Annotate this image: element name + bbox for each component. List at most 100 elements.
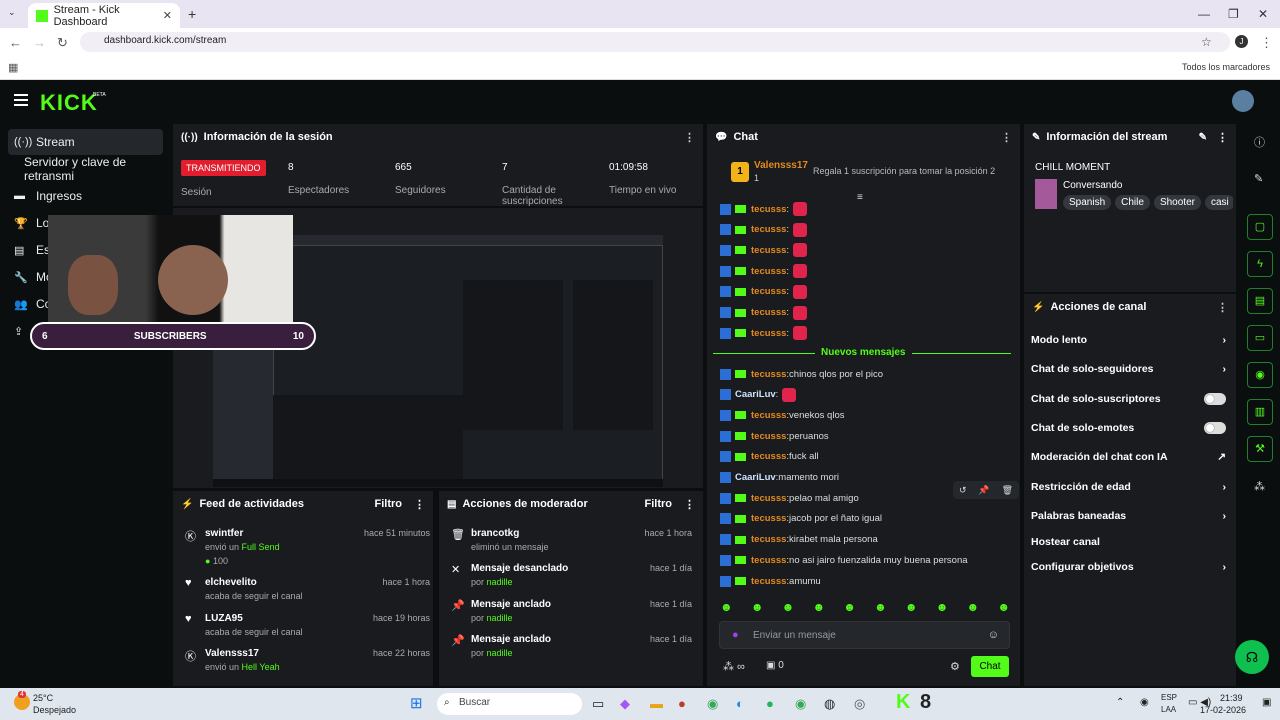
- chat-username[interactable]: CaariLuv: [735, 472, 776, 483]
- tab-close-icon[interactable]: ✕: [163, 9, 172, 22]
- chat-username[interactable]: tecusss: [751, 410, 786, 421]
- windows-start-icon[interactable]: ⊞: [410, 694, 428, 712]
- forward-icon[interactable]: →: [33, 35, 46, 50]
- app-icon[interactable]: 8: [920, 691, 931, 714]
- subs-only-toggle[interactable]: [1204, 393, 1226, 405]
- gift-prompt[interactable]: Regala 1 suscripción para tomar la posic…: [813, 166, 995, 176]
- edit-stream-icon[interactable]: ✎: [1199, 132, 1207, 143]
- send-chat-button[interactable]: Chat: [971, 656, 1009, 677]
- clip-icon[interactable]: ▢: [1247, 214, 1273, 240]
- channel-actions-menu-icon[interactable]: ⋮: [1217, 301, 1228, 314]
- emote-icon[interactable]: ☻: [720, 600, 733, 616]
- emotes-only-toggle[interactable]: [1204, 422, 1226, 434]
- task-view-icon[interactable]: ▭: [592, 696, 604, 712]
- action-ai-moderation[interactable]: Moderación del chat con IA ↗: [1031, 451, 1226, 463]
- users-infinity-icon[interactable]: ⁂ ∞: [723, 660, 745, 673]
- chat-username[interactable]: tecusss: [751, 266, 786, 277]
- stream-info-menu-icon[interactable]: ⋮: [1217, 131, 1228, 144]
- chat-username[interactable]: tecusss: [751, 534, 786, 545]
- pinned-toggle-icon[interactable]: ≡: [857, 192, 863, 203]
- chat-icon[interactable]: ▭: [1247, 325, 1273, 351]
- chat-username[interactable]: tecusss: [751, 493, 786, 504]
- tab-search-icon[interactable]: ⌄: [8, 7, 16, 18]
- chat-message[interactable]: CaariLuv: mamento mori: [720, 470, 839, 486]
- chrome-active-icon[interactable]: ◉: [795, 696, 806, 712]
- language-code[interactable]: ESP: [1161, 693, 1177, 702]
- action-slow-mode[interactable]: Modo lento ›: [1031, 334, 1226, 346]
- emote-icon[interactable]: ☻: [782, 600, 795, 616]
- action-host-channel[interactable]: Hostear canal: [1031, 536, 1226, 548]
- chat-username[interactable]: tecusss: [751, 307, 786, 318]
- kick-app-icon[interactable]: K: [896, 691, 910, 714]
- users-icon[interactable]: ⁂: [1254, 480, 1265, 493]
- chat-username[interactable]: tecusss: [751, 431, 786, 442]
- copilot-icon[interactable]: ◆: [620, 696, 630, 712]
- chat-username[interactable]: tecusss: [751, 224, 786, 235]
- pin-message-icon[interactable]: 📌: [978, 485, 989, 496]
- chat-username[interactable]: tecusss: [751, 369, 786, 380]
- undo-icon[interactable]: ↺: [959, 485, 967, 496]
- browser-menu-icon[interactable]: ⋮: [1260, 35, 1273, 51]
- chat-message[interactable]: tecusss:: [720, 222, 808, 238]
- chat-message[interactable]: tecusss: no asi jairo fuenzalida muy bue…: [720, 552, 968, 568]
- feed-filter-button[interactable]: Filtro: [375, 498, 403, 510]
- chat-username[interactable]: tecusss: [751, 513, 786, 524]
- chat-username[interactable]: tecusss: [751, 204, 786, 215]
- chat-message[interactable]: tecusss: amumu: [720, 573, 821, 589]
- spotify-icon[interactable]: ●: [766, 696, 774, 711]
- chat-message[interactable]: tecusss: jacob por el ñato igual: [720, 511, 882, 527]
- sidebar-item-stream[interactable]: ((·)) Stream: [8, 129, 163, 155]
- chat-username[interactable]: tecusss: [751, 555, 786, 566]
- chat-message[interactable]: tecusss: venekos qlos: [720, 407, 844, 423]
- edge-icon[interactable]: ◐: [736, 696, 744, 711]
- action-configure-goals[interactable]: Configurar objetivos ›: [1031, 561, 1226, 573]
- reload-icon[interactable]: ↻: [57, 35, 68, 51]
- app-icon[interactable]: ●: [678, 696, 686, 711]
- wrench-icon[interactable]: ⚒: [1247, 436, 1273, 462]
- broadcast-icon[interactable]: ◉: [1247, 362, 1273, 388]
- taskbar-search[interactable]: Buscar: [437, 693, 582, 715]
- emote-icon[interactable]: ☻: [936, 600, 949, 616]
- obs-icon[interactable]: ◎: [854, 696, 865, 712]
- chat-message[interactable]: tecusss:: [720, 242, 808, 258]
- mod-filter-button[interactable]: Filtro: [645, 498, 673, 510]
- mic-icon[interactable]: ●: [732, 629, 739, 641]
- chat-username[interactable]: CaariLuv: [735, 389, 776, 400]
- kick-logo[interactable]: KICK: [40, 90, 98, 116]
- info-icon[interactable]: ⓘ: [1254, 134, 1265, 150]
- action-followers-only[interactable]: Chat de solo-seguidores ›: [1031, 363, 1226, 375]
- chat-username[interactable]: tecusss: [751, 451, 786, 462]
- chat-username[interactable]: tecusss: [751, 286, 786, 297]
- doc-icon[interactable]: ▤: [1247, 288, 1273, 314]
- emote-icon[interactable]: ☻: [751, 600, 764, 616]
- chat-username[interactable]: tecusss: [751, 245, 786, 256]
- steam-icon[interactable]: ◍: [824, 696, 835, 712]
- clock-time[interactable]: 21:39: [1220, 693, 1243, 703]
- tray-app-icon[interactable]: ◉: [1140, 697, 1149, 708]
- emote-icon[interactable]: ☻: [997, 600, 1010, 616]
- chat-message[interactable]: tecusss: kirabet mala persona: [720, 532, 878, 548]
- chat-message[interactable]: tecusss:: [720, 325, 808, 341]
- emote-icon[interactable]: ☻: [812, 600, 825, 616]
- top-gifter-name[interactable]: Valensss17: [754, 160, 808, 171]
- profile-avatar[interactable]: J: [1235, 35, 1248, 48]
- maximize-icon[interactable]: ❐: [1228, 7, 1239, 21]
- menu-icon[interactable]: [14, 94, 28, 109]
- category-name[interactable]: Conversando: [1063, 180, 1122, 191]
- chat-input-box[interactable]: ● Enviar un mensaje ☺: [719, 621, 1010, 649]
- chat-username[interactable]: tecusss: [751, 576, 786, 587]
- action-subs-only[interactable]: Chat de solo-suscriptores: [1031, 393, 1226, 405]
- chat-menu-icon[interactable]: ⋮: [1001, 131, 1012, 144]
- session-menu-icon[interactable]: ⋮: [684, 131, 695, 144]
- chat-message[interactable]: CaariLuv:: [720, 387, 797, 403]
- chat-message[interactable]: tecusss:: [720, 284, 808, 300]
- chat-message[interactable]: tecusss: fuck all: [720, 449, 819, 465]
- layers-icon[interactable]: ▥: [1247, 399, 1273, 425]
- notification-icon[interactable]: ▣: [1262, 697, 1271, 708]
- chrome-icon[interactable]: ◉: [707, 696, 718, 712]
- chat-message[interactable]: tecusss:: [720, 263, 808, 279]
- support-icon[interactable]: ☊: [1235, 640, 1269, 674]
- browser-tab[interactable]: Stream - Kick Dashboard ✕: [28, 3, 180, 28]
- bolt-icon[interactable]: ϟ: [1247, 251, 1273, 277]
- bookmark-star-icon[interactable]: ☆: [1201, 35, 1212, 49]
